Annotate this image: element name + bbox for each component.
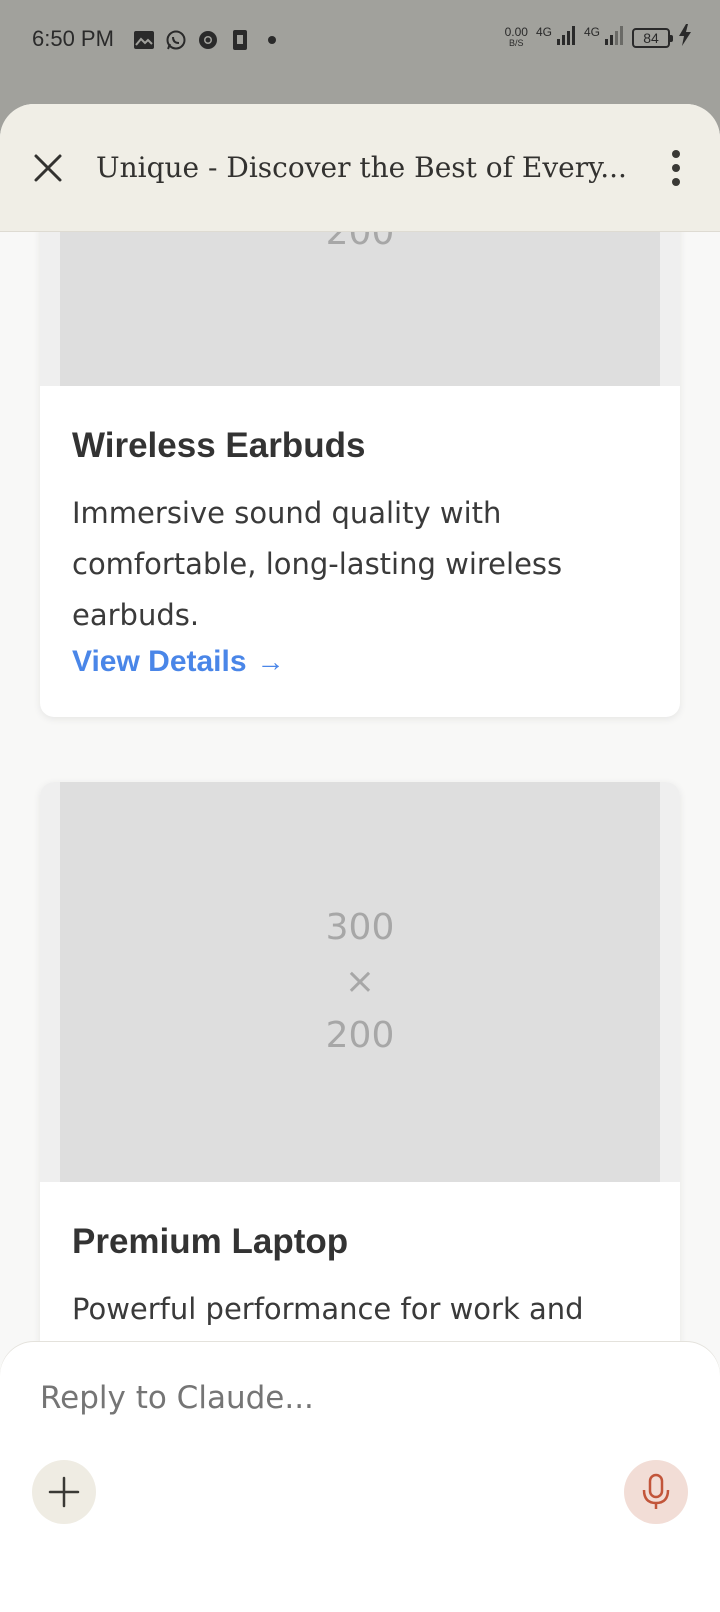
- chrome-icon: [197, 29, 219, 51]
- signal-icon: [556, 25, 576, 50]
- placeholder-image: 200: [60, 232, 660, 386]
- close-button[interactable]: [28, 148, 68, 188]
- placeholder-image: 300 × 200: [60, 782, 660, 1182]
- arrow-right-icon: →: [256, 646, 285, 677]
- image-caption: 200: [325, 232, 395, 253]
- card-image-frame: 300 × 200: [40, 782, 680, 1182]
- more-dot: [672, 164, 680, 172]
- product-card: 200 Wireless Earbuds Immersive sound qua…: [40, 232, 680, 717]
- network-speed: 0.00 B/S: [504, 24, 528, 49]
- whatsapp-icon: [165, 29, 187, 51]
- dot-icon: [261, 29, 283, 51]
- signal-1-label: 4G: [535, 24, 552, 39]
- signal-2-label: 4G: [583, 24, 600, 39]
- image-caption: 200: [325, 1015, 395, 1056]
- battery-icon: 84: [632, 27, 673, 48]
- card-image-frame: 200: [40, 232, 680, 386]
- plus-icon: [48, 1476, 80, 1508]
- card-title: Wireless Earbuds: [72, 426, 366, 465]
- gallery-icon: [133, 29, 155, 51]
- status-bar: 6:50 PM 0.00 B/S 4G 4G 84: [0, 0, 720, 104]
- signal-icon: [604, 25, 624, 50]
- view-details-link[interactable]: View Details →: [72, 645, 285, 679]
- image-caption: ×: [344, 961, 376, 1002]
- status-time: 6:50 PM: [32, 26, 114, 51]
- add-attachment-button[interactable]: [32, 1460, 96, 1524]
- card-body: Wireless Earbuds Immersive sound quality…: [40, 386, 680, 717]
- more-dot: [672, 178, 680, 186]
- view-details-label: View Details: [72, 645, 247, 678]
- charging-icon: [678, 24, 692, 51]
- close-icon: [34, 154, 62, 182]
- card-title: Premium Laptop: [72, 1222, 349, 1261]
- battery-level: 84: [643, 29, 659, 46]
- sim-icon: [229, 29, 251, 51]
- page-title: Unique - Discover the Best of Every...: [96, 151, 627, 184]
- sheet-header: Unique - Discover the Best of Every...: [0, 104, 720, 232]
- card-description: Immersive sound quality with comfortable…: [72, 496, 563, 632]
- more-options-button[interactable]: [660, 146, 692, 190]
- microphone-icon: [642, 1473, 670, 1509]
- more-dot: [672, 150, 680, 158]
- notification-icons: [133, 29, 283, 51]
- system-status: 0.00 B/S 4G 4G 84: [505, 24, 692, 51]
- reply-input[interactable]: [40, 1380, 660, 1416]
- image-caption: 300: [325, 907, 395, 948]
- network-speed-unit: B/S: [509, 37, 524, 48]
- network-speed-value: 0.00: [504, 24, 528, 39]
- voice-input-button[interactable]: [624, 1460, 688, 1524]
- reply-composer: [0, 1342, 720, 1612]
